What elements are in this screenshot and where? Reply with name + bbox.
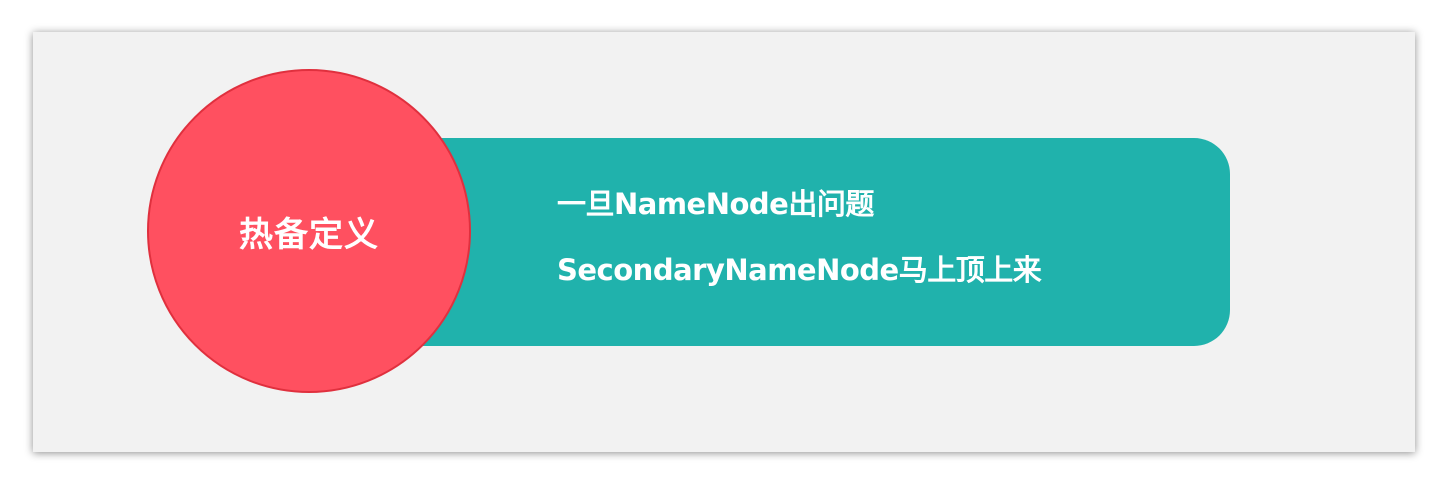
definition-line-1: 一旦NameNode出问题 <box>557 187 874 221</box>
definition-line-2: SecondaryNameNode马上顶上来 <box>557 253 1042 287</box>
title-circle: 热备定义 <box>147 69 471 393</box>
slide-canvas: 一旦NameNode出问题 SecondaryNameNode马上顶上来 热备定… <box>33 32 1415 452</box>
definition-panel <box>410 138 1230 346</box>
circle-title: 热备定义 <box>239 214 379 255</box>
